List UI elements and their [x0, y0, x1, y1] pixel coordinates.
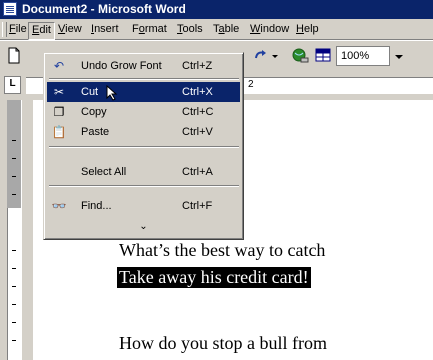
undo-icon: ↶ [53, 59, 65, 73]
menu-edit[interactable]: Edit [28, 22, 55, 40]
ruler-tick [12, 176, 16, 177]
expand-menu-button[interactable]: ⌄ [47, 219, 240, 235]
menu-item-label: Cut [81, 86, 99, 98]
vertical-ruler[interactable] [0, 100, 33, 360]
redo-icon [255, 50, 266, 59]
menu-item-select-all[interactable]: Select All Ctrl+A [47, 162, 240, 182]
menu-view-mnemonic: V [58, 23, 66, 35]
edit-menu-dropdown: ↶ Undo Grow Font Ctrl+Z ✂ Cut Ctrl+X ❐ C… [43, 52, 244, 240]
menu-item-shortcut: Ctrl+A [182, 166, 213, 178]
menu-item-label: Select All [81, 166, 127, 178]
menu-separator [49, 146, 239, 148]
ruler-tick [12, 304, 16, 305]
menu-help-mnemonic: H [296, 23, 304, 35]
menu-item-cut[interactable]: ✂ Cut Ctrl+X [47, 82, 240, 102]
menu-table-mnemonic: a [218, 23, 225, 35]
ruler-tick [12, 158, 16, 159]
menu-item-label: Find... [81, 200, 112, 212]
menu-item-shortcut: Ctrl+F [182, 200, 213, 212]
dropdown-arrow-icon [272, 55, 278, 58]
double-chevron-down-icon: ⌄ [139, 221, 148, 232]
menu-table[interactable]: Table [210, 22, 242, 38]
window-title: Document2 - Microsoft Word [22, 2, 186, 16]
tab-stop-selector[interactable]: L [4, 76, 21, 94]
menu-file-mnemonic: F [9, 23, 16, 35]
menu-format[interactable]: Format [129, 22, 170, 38]
menu-item-undo[interactable]: ↶ Undo Grow Font Ctrl+Z [47, 56, 240, 76]
title-bar: Document2 - Microsoft Word [0, 0, 433, 19]
menu-bar: File Edit View Insert Format Tools Table… [0, 19, 433, 40]
menu-separator [49, 185, 239, 187]
document-text-line[interactable]: How do you stop a bull from [119, 333, 327, 354]
menu-item-label: Undo Grow Font [81, 60, 162, 72]
menu-window[interactable]: Window [247, 22, 292, 38]
menu-item-copy[interactable]: ❐ Copy Ctrl+C [47, 102, 240, 122]
menu-item-shortcut: Ctrl+V [182, 126, 213, 138]
ruler-tick [12, 268, 16, 269]
new-document-button[interactable] [3, 45, 25, 66]
ruler-tick [12, 194, 16, 195]
menu-item-shortcut: Ctrl+C [182, 106, 214, 118]
hyperlink-globe-icon [292, 48, 309, 63]
ruler-tick [12, 340, 16, 341]
menu-edit-mnemonic: E [32, 24, 40, 36]
menu-format-mnemonic: o [138, 23, 145, 35]
insert-hyperlink-button[interactable] [289, 45, 311, 66]
word-document-icon[interactable] [3, 2, 17, 16]
menu-insert-mnemonic: I [91, 23, 95, 35]
menu-item-shortcut: Ctrl+Z [182, 60, 213, 72]
redo-button[interactable] [250, 45, 272, 66]
zoom-dropdown[interactable] [392, 50, 406, 64]
menu-window-mnemonic: W [250, 23, 261, 35]
menu-insert[interactable]: Insert [88, 22, 122, 38]
vertical-ruler-margin [7, 100, 21, 208]
ruler-tick [12, 140, 16, 141]
menu-file[interactable]: File [6, 22, 30, 38]
new-document-icon [8, 47, 20, 64]
ruler-tick [12, 250, 16, 251]
mouse-pointer-icon [106, 85, 118, 101]
ruler-number: 2 [248, 79, 254, 90]
binoculars-icon: 👓 [51, 199, 67, 213]
redo-dropdown[interactable] [270, 45, 282, 66]
menu-help[interactable]: Help [293, 22, 322, 38]
ruler-tick [12, 322, 16, 323]
zoom-field[interactable]: 100% [336, 46, 390, 66]
scissors-icon: ✂ [53, 85, 65, 99]
chevron-down-icon [395, 55, 403, 59]
menu-view[interactable]: View [55, 22, 85, 38]
menu-item-find[interactable]: 👓 Find... Ctrl+F [47, 196, 240, 216]
menu-tools-mnemonic: T [177, 23, 183, 35]
menu-item-paste[interactable]: 📋 Paste Ctrl+V [47, 122, 240, 142]
copy-icon: ❐ [53, 105, 65, 119]
tables-borders-button[interactable] [312, 45, 334, 66]
ruler-tick [12, 286, 16, 287]
menu-separator [49, 78, 239, 80]
document-text-line[interactable]: What’s the best way to catch [119, 240, 325, 261]
paste-icon: 📋 [51, 125, 67, 139]
menu-item-shortcut: Ctrl+X [182, 86, 213, 98]
table-icon [315, 48, 331, 62]
menu-item-label: Copy [81, 106, 107, 118]
menu-item-label: Paste [81, 126, 110, 138]
selected-text[interactable]: Take away his credit card! [117, 267, 311, 288]
menu-tools[interactable]: Tools [174, 22, 206, 38]
